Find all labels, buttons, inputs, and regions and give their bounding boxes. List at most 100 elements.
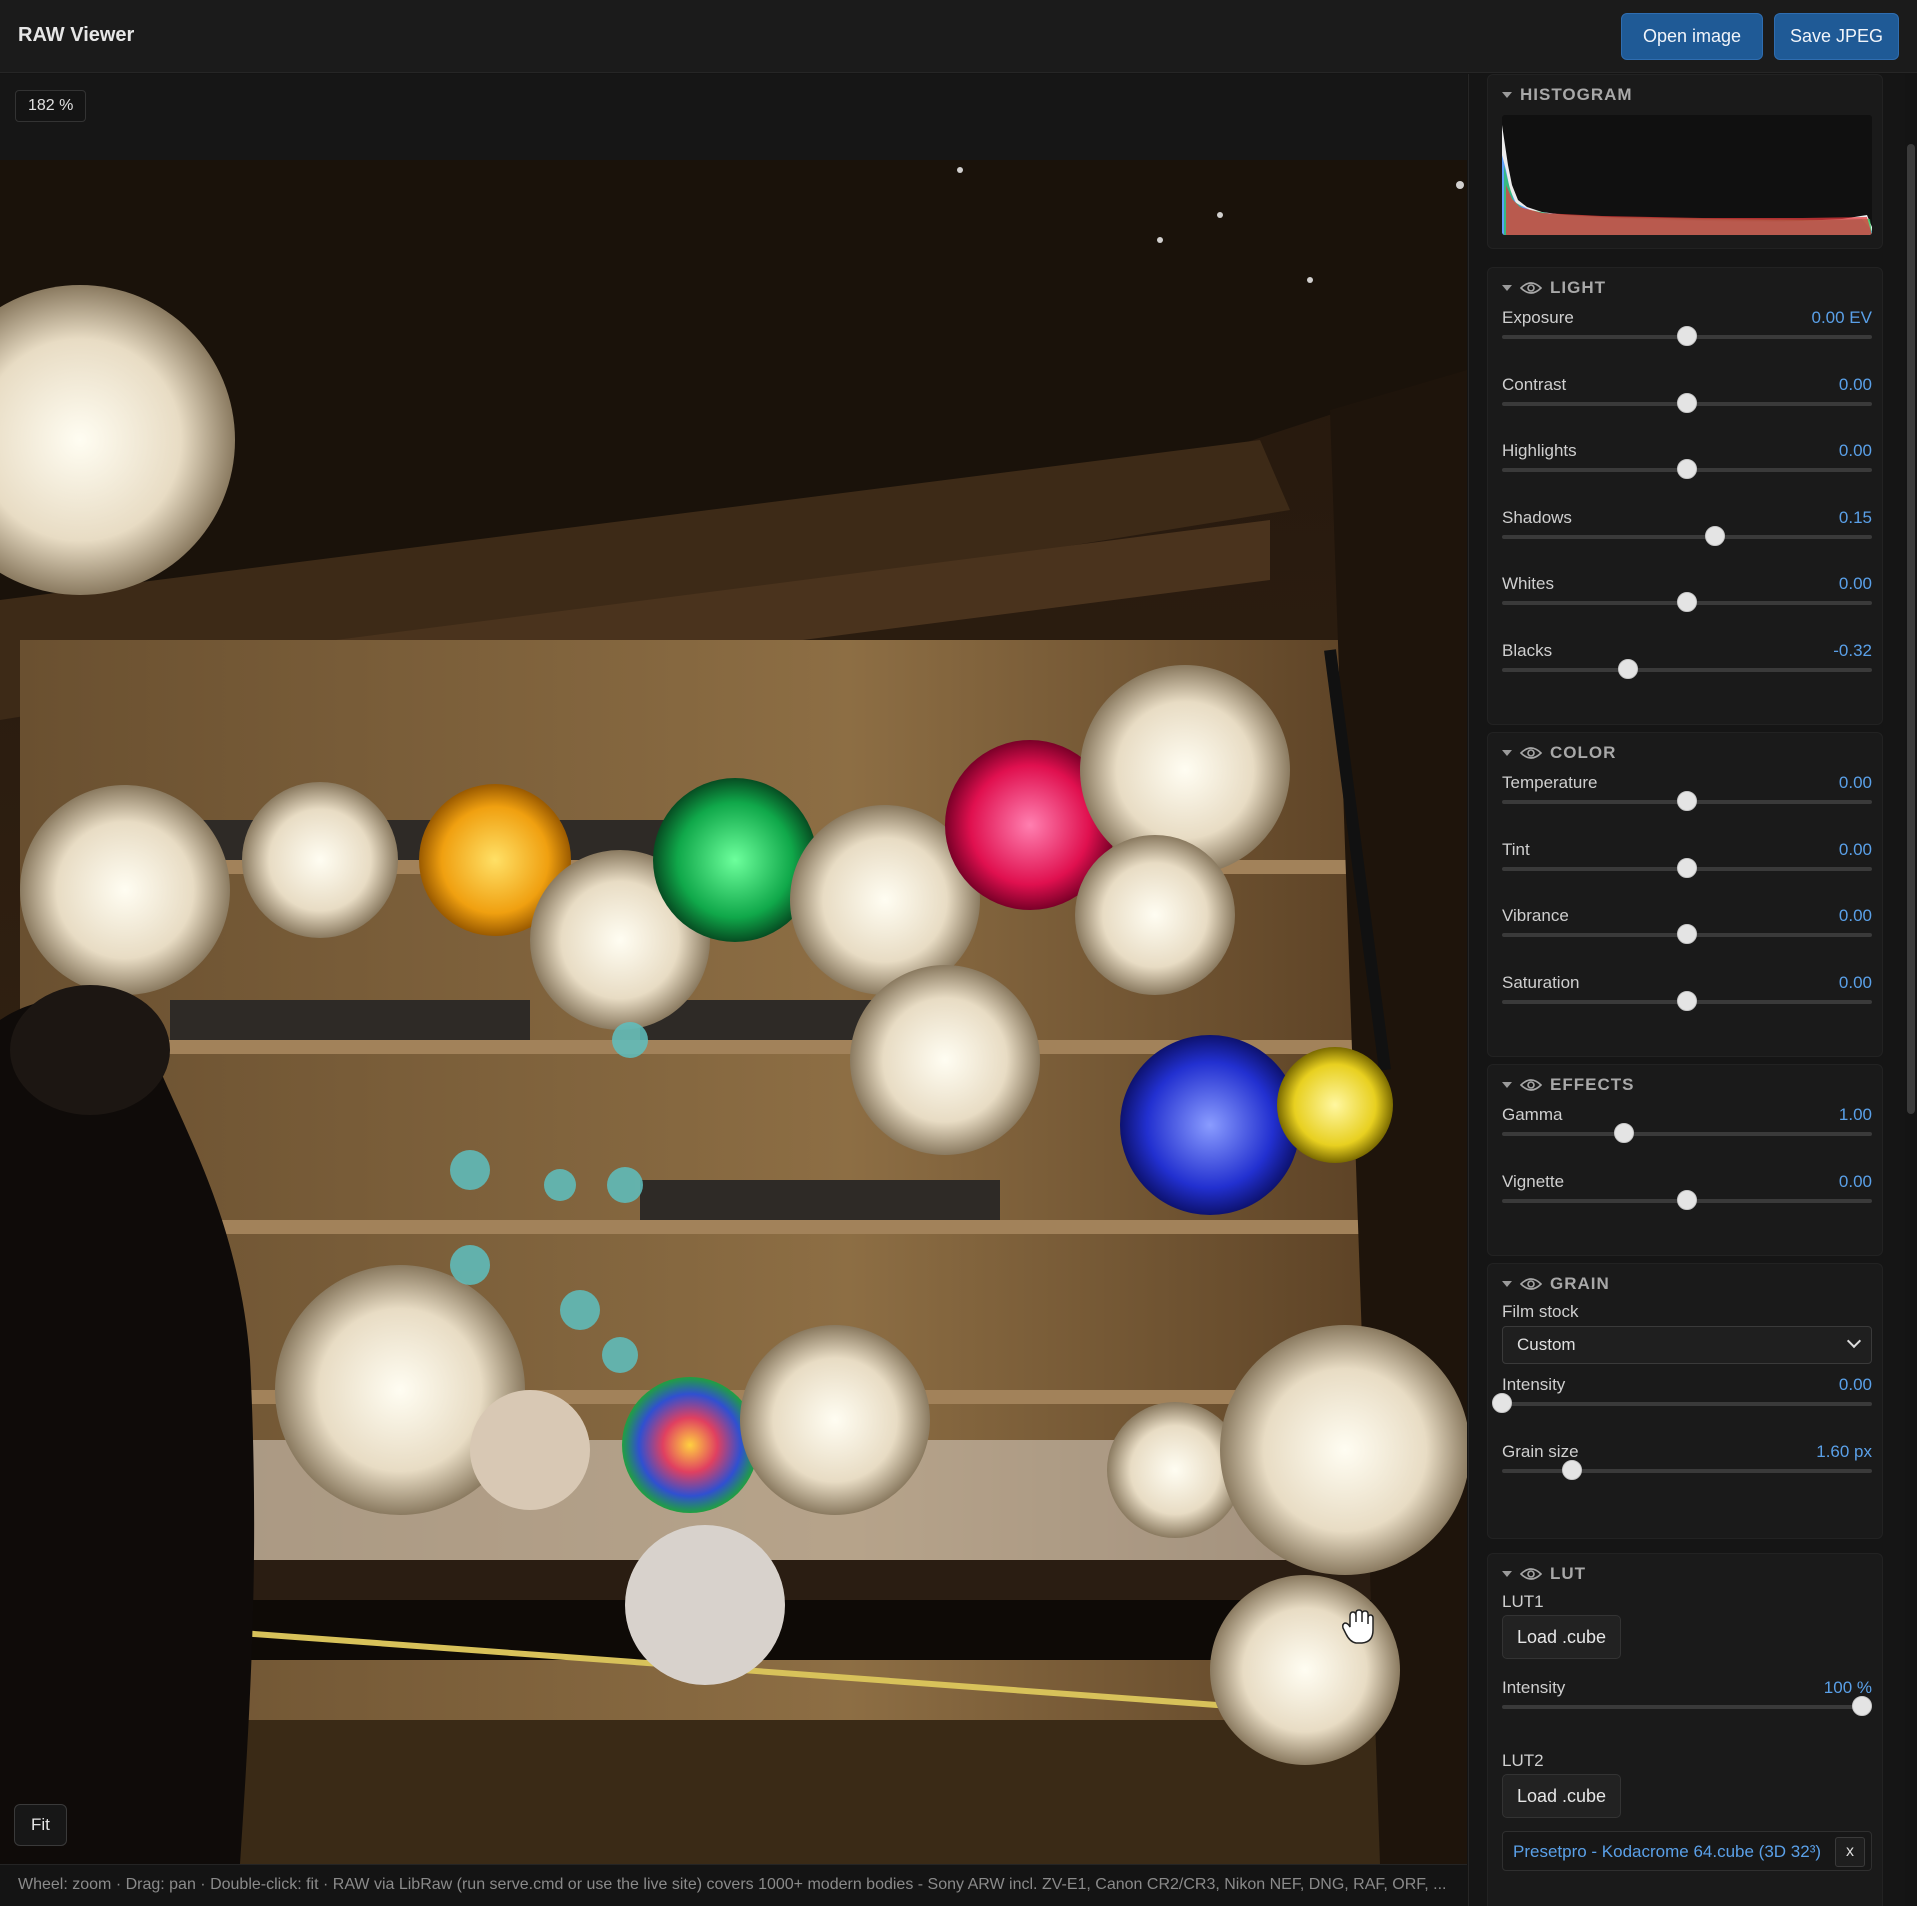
collapse-caret-icon[interactable] bbox=[1502, 1281, 1512, 1287]
image-viewer[interactable]: 182 % Fit bbox=[0, 74, 1467, 1864]
lut-intensity-row: Intensity 100 % bbox=[1502, 1678, 1872, 1738]
eye-icon[interactable] bbox=[1520, 281, 1542, 295]
photo-canvas[interactable] bbox=[0, 160, 1467, 1864]
slider-thumb[interactable] bbox=[1704, 525, 1725, 546]
slider-row-exposure: Exposure 0.00 EV bbox=[1502, 308, 1872, 368]
sidebar-scrollbar[interactable] bbox=[1905, 74, 1917, 1906]
slider-thumb[interactable] bbox=[1677, 592, 1697, 612]
film-stock-value: Custom bbox=[1517, 1335, 1576, 1354]
slider-label: Shadows bbox=[1502, 507, 1572, 527]
slider-track[interactable] bbox=[1502, 667, 1872, 672]
slider-value: 1.00 bbox=[1838, 1105, 1872, 1124]
light-panel: LIGHT Exposure 0.00 EV Contrast 0.00 Highlig… bbox=[1487, 267, 1883, 725]
light-title: LIGHT bbox=[1550, 278, 1606, 297]
scrollbar-thumb[interactable] bbox=[1907, 144, 1915, 1114]
slider-thumb[interactable] bbox=[1562, 1459, 1583, 1480]
lut-header[interactable]: LUT bbox=[1502, 1562, 1586, 1586]
lut2-file-chip: Presetpro - Kodacrome 64.cube (3D 32³) x bbox=[1502, 1831, 1872, 1871]
histogram-graph bbox=[1502, 125, 1872, 235]
slider-track[interactable] bbox=[1502, 1468, 1872, 1473]
slider-value: 0.00 bbox=[1838, 1171, 1872, 1191]
color-header[interactable]: COLOR bbox=[1502, 741, 1616, 765]
slider-track[interactable] bbox=[1502, 1402, 1872, 1406]
lut1-label: LUT1 bbox=[1502, 1592, 1544, 1611]
slider-row-gamma: Gamma 1.00 bbox=[1502, 1105, 1872, 1165]
film-stock-select[interactable]: Custom bbox=[1502, 1326, 1872, 1364]
slider-thumb[interactable] bbox=[1614, 1123, 1635, 1143]
slider-value: 0.00 bbox=[1838, 1375, 1872, 1394]
slider-value: 0.00 bbox=[1838, 574, 1872, 593]
photo-image bbox=[0, 160, 1467, 1864]
slider-row-highlights: Highlights 0.00 bbox=[1502, 441, 1872, 501]
slider-label: Contrast bbox=[1502, 374, 1567, 394]
slider-row-grain-size: Grain size 1.60 px bbox=[1502, 1442, 1872, 1502]
lut2-load-button[interactable]: Load .cube bbox=[1502, 1774, 1621, 1818]
effects-header[interactable]: EFFECTS bbox=[1502, 1073, 1634, 1097]
slider-thumb[interactable] bbox=[1677, 1189, 1697, 1210]
slider-thumb[interactable] bbox=[1617, 658, 1638, 679]
collapse-caret-icon[interactable] bbox=[1502, 92, 1512, 98]
slider-value: 0.00 bbox=[1838, 839, 1872, 859]
slider-thumb[interactable] bbox=[1677, 392, 1697, 413]
slider-track[interactable] bbox=[1502, 1705, 1872, 1709]
slider-label: Temperature bbox=[1502, 773, 1598, 792]
light-header[interactable]: LIGHT bbox=[1502, 276, 1606, 300]
slider-track[interactable] bbox=[1502, 534, 1872, 539]
lut2-clear-button[interactable]: x bbox=[1835, 1837, 1865, 1867]
app-title: RAW Viewer bbox=[18, 24, 135, 46]
slider-thumb[interactable] bbox=[1492, 1393, 1512, 1413]
slider-row-tint: Tint 0.00 bbox=[1502, 840, 1872, 900]
slider-value: 0.00 bbox=[1838, 441, 1872, 460]
effects-panel: EFFECTS Gamma 1.00 Vignette 0.00 bbox=[1487, 1064, 1883, 1256]
slider-label: Highlights bbox=[1502, 441, 1577, 460]
slider-row-blacks: Blacks -0.32 bbox=[1502, 641, 1872, 701]
open-image-button[interactable]: Open image bbox=[1621, 13, 1763, 60]
slider-row-shadows: Shadows 0.15 bbox=[1502, 508, 1872, 568]
collapse-caret-icon[interactable] bbox=[1502, 750, 1512, 756]
zoom-indicator: 182 % bbox=[15, 90, 87, 122]
slider-value: 1.60 px bbox=[1816, 1441, 1872, 1461]
collapse-caret-icon[interactable] bbox=[1502, 1571, 1512, 1577]
lut-title: LUT bbox=[1550, 1564, 1587, 1583]
slider-label: Intensity bbox=[1502, 1678, 1566, 1697]
histogram-header[interactable]: HISTOGRAM bbox=[1502, 83, 1633, 107]
slider-thumb[interactable] bbox=[1677, 459, 1697, 479]
film-stock-label: Film stock bbox=[1502, 1302, 1579, 1321]
slider-thumb[interactable] bbox=[1677, 791, 1697, 811]
grain-panel: GRAIN Film stock Custom Intensity 0.00 Gra… bbox=[1487, 1263, 1883, 1539]
slider-value: -0.32 bbox=[1833, 640, 1872, 660]
slider-value: 0.15 bbox=[1838, 507, 1872, 527]
chevron-down-icon bbox=[1846, 1333, 1862, 1349]
slider-row-intensity: Intensity 0.00 bbox=[1492, 1375, 1872, 1435]
lut2-file-name: Presetpro - Kodacrome 64.cube (3D 32³) bbox=[1513, 1842, 1822, 1861]
lut1-load-button[interactable]: Load .cube bbox=[1502, 1615, 1621, 1659]
adjustments-sidebar[interactable]: HISTOGRAM LIGHT Exposure 0.00 EV Contrast 0… bbox=[1468, 74, 1917, 1906]
color-title: COLOR bbox=[1550, 743, 1617, 762]
slider-value: 0.00 bbox=[1838, 906, 1872, 925]
fit-button[interactable]: Fit bbox=[14, 1804, 67, 1846]
grain-header[interactable]: GRAIN bbox=[1502, 1272, 1610, 1296]
eye-icon[interactable] bbox=[1520, 1277, 1542, 1291]
slider-row-whites: Whites 0.00 bbox=[1502, 574, 1872, 634]
collapse-caret-icon[interactable] bbox=[1502, 1082, 1512, 1088]
eye-icon[interactable] bbox=[1520, 1078, 1542, 1092]
slider-label: Exposure bbox=[1502, 308, 1574, 327]
collapse-caret-icon[interactable] bbox=[1502, 285, 1512, 291]
slider-thumb[interactable] bbox=[1852, 1696, 1872, 1716]
slider-row-saturation: Saturation 0.00 bbox=[1502, 973, 1872, 1033]
color-panel: COLOR Temperature 0.00 Tint 0.00 Vibrance 0.0… bbox=[1487, 732, 1883, 1057]
slider-thumb[interactable] bbox=[1677, 326, 1697, 346]
slider-thumb[interactable] bbox=[1677, 857, 1697, 878]
save-jpeg-button[interactable]: Save JPEG bbox=[1774, 13, 1899, 60]
eye-icon[interactable] bbox=[1520, 746, 1542, 760]
slider-track[interactable] bbox=[1502, 1132, 1872, 1136]
top-bar: RAW Viewer Open image Save JPEG bbox=[0, 0, 1917, 73]
slider-label: Gamma bbox=[1502, 1105, 1563, 1124]
slider-label: Tint bbox=[1502, 839, 1530, 859]
slider-label: Grain size bbox=[1502, 1441, 1579, 1461]
eye-icon[interactable] bbox=[1520, 1567, 1542, 1581]
lut2-label: LUT2 bbox=[1502, 1751, 1544, 1770]
status-bar: Wheel: zoom · Drag: pan · Double-click: … bbox=[0, 1864, 1467, 1906]
slider-thumb[interactable] bbox=[1677, 924, 1697, 944]
slider-thumb[interactable] bbox=[1677, 990, 1697, 1011]
